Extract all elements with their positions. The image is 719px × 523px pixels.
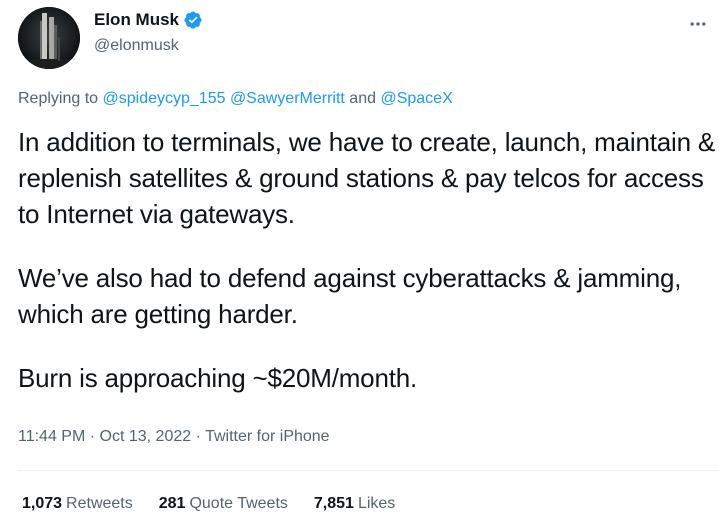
meta-separator: ·	[85, 428, 100, 445]
quote-tweets-label: Quote Tweets	[189, 495, 288, 512]
tweet-paragraph: We’ve also had to defend against cyberat…	[18, 263, 682, 329]
author-handle[interactable]: @elonmusk	[94, 37, 179, 55]
avatar[interactable]	[18, 7, 80, 69]
tweet-time[interactable]: 11:44 PM	[18, 428, 85, 445]
avatar-rocket-photo	[18, 7, 80, 69]
mention-joiner: and	[344, 90, 381, 107]
likes-stat[interactable]: 7,851 Likes	[314, 495, 395, 513]
tweet-card: Elon Musk @elonmusk Replying to @spideyc…	[0, 0, 719, 523]
tweet-text: In addition to terminals, we have to cre…	[18, 124, 718, 396]
verified-badge-icon	[183, 10, 203, 30]
quote-tweets-stat[interactable]: 281 Quote Tweets	[159, 495, 288, 513]
tweet-paragraph: In addition to terminals, we have to cre…	[18, 127, 716, 229]
author-name-row: Elon Musk	[94, 10, 203, 30]
retweets-label: Retweets	[66, 495, 133, 512]
retweets-stat[interactable]: 1,073 Retweets	[22, 495, 133, 513]
replying-to: Replying to @spideycyp_155 @SawyerMerrit…	[18, 90, 453, 108]
tweet-meta: 11:44 PM · Oct 13, 2022 · Twitter for iP…	[18, 428, 330, 446]
likes-count: 7,851	[313, 495, 354, 512]
mention-link[interactable]: @SpaceX	[380, 90, 452, 107]
replying-to-label: Replying to	[18, 90, 103, 107]
meta-separator: ·	[191, 428, 206, 445]
more-dots-icon	[690, 22, 706, 26]
display-name[interactable]: Elon Musk	[94, 10, 179, 30]
tweet-stats: 1,073 Retweets 281 Quote Tweets 7,851 Likes	[22, 495, 395, 513]
quote-tweets-count: 281	[158, 495, 186, 512]
tweet-source[interactable]: Twitter for iPhone	[205, 428, 330, 445]
tweet-date[interactable]: Oct 13, 2022	[100, 428, 192, 445]
divider	[18, 470, 719, 471]
mention-link[interactable]: @spideycyp_155	[103, 90, 226, 107]
more-options-button[interactable]	[681, 12, 715, 36]
retweets-count: 1,073	[22, 495, 63, 512]
mention-link[interactable]: @SawyerMerritt	[230, 90, 345, 107]
tweet-paragraph: Burn is approaching ~$20M/month.	[18, 363, 418, 393]
likes-label: Likes	[357, 495, 396, 512]
